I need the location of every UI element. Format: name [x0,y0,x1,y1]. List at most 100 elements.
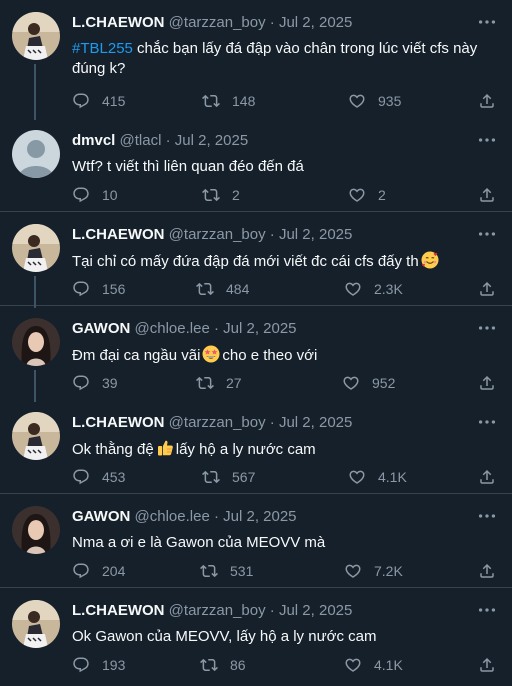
retweet-button[interactable]: 2 [202,185,240,205]
tweet-text: Đm đại ca ngầu vãi cho e theo với [72,345,488,366]
like-icon [348,468,366,486]
tweet[interactable]: GAWON @chloe.lee · Jul 2, 2025 Đm đại ca… [0,306,512,402]
like-button[interactable]: 4.1K [348,467,407,487]
retweet-count: 2 [232,187,240,203]
tweet-actions: 453 567 4.1K [72,467,500,487]
retweet-button[interactable]: 567 [202,467,255,487]
retweet-icon [202,186,220,204]
like-icon [342,374,360,392]
share-button[interactable] [478,655,496,675]
share-button[interactable] [478,185,496,205]
reply-button[interactable]: 156 [72,279,125,299]
retweet-button[interactable]: 484 [196,279,249,299]
more-icon[interactable] [476,599,498,621]
like-button[interactable]: 4.1K [344,655,403,675]
avatar[interactable] [12,130,60,178]
share-button[interactable] [478,561,496,581]
retweet-button[interactable]: 86 [200,655,246,675]
retweet-button[interactable]: 531 [200,561,253,581]
reply-button[interactable]: 193 [72,655,125,675]
handle[interactable]: @tarzzan_boy [169,414,266,431]
like-count: 952 [372,375,396,391]
timestamp[interactable]: · Jul 2, 2025 [270,602,353,619]
more-icon[interactable] [476,223,498,245]
share-button[interactable] [478,91,496,111]
tweet-text-after: cho e theo với [222,347,318,364]
tweet-text-after: lấy hộ a ly nước cam [175,441,316,458]
share-button[interactable] [478,279,496,299]
display-name[interactable]: L.CHAEWON [72,602,165,619]
like-button[interactable]: 2.3K [344,279,403,299]
like-button[interactable]: 952 [342,373,395,393]
tweet[interactable]: GAWON @chloe.lee · Jul 2, 2025 Nma a ơi … [0,494,512,588]
tweet-actions: 39 27 952 [72,373,500,393]
display-name[interactable]: L.CHAEWON [72,226,165,243]
reply-count: 156 [102,281,126,297]
tweet[interactable]: L.CHAEWON @tarzzan_boy · Jul 2, 2025 Ok … [0,588,512,686]
retweet-icon [200,562,218,580]
like-icon [348,92,366,110]
timestamp[interactable]: · Jul 2, 2025 [270,226,353,243]
timestamp[interactable]: · Jul 2, 2025 [270,14,353,31]
handle[interactable]: @tlacl [120,132,162,149]
handle[interactable]: @tarzzan_boy [169,602,266,619]
more-icon[interactable] [476,129,498,151]
handle[interactable]: @tarzzan_boy [169,14,266,31]
more-icon[interactable] [476,505,498,527]
star-struck-icon [202,345,220,363]
tweet-text-body: chắc bạn lấy đá đập vào chân trong lúc v… [72,40,478,77]
reply-button[interactable]: 453 [72,467,125,487]
timestamp[interactable]: · Jul 2, 2025 [214,320,297,337]
display-name[interactable]: GAWON [72,320,130,337]
tweet-header: L.CHAEWON @tarzzan_boy · Jul 2, 2025 [72,13,352,33]
retweet-icon [202,92,220,110]
avatar[interactable] [12,12,60,60]
timestamp[interactable]: · Jul 2, 2025 [270,414,353,431]
reply-button[interactable]: 39 [72,373,118,393]
tweet-actions: 204 531 7.2K [72,561,500,581]
reply-count: 193 [102,657,126,673]
handle[interactable]: @chloe.lee [135,508,210,525]
timestamp[interactable]: · Jul 2, 2025 [214,508,297,525]
tweet[interactable]: L.CHAEWON @tarzzan_boy · Jul 2, 2025 Ok … [0,400,512,494]
like-icon [344,562,362,580]
tweet-text: Ok thằng đệ lấy hộ a ly nước cam [72,439,488,460]
more-icon[interactable] [476,11,498,33]
display-name[interactable]: L.CHAEWON [72,414,165,431]
avatar[interactable] [12,506,60,554]
like-button[interactable]: 2 [348,185,386,205]
timestamp[interactable]: · Jul 2, 2025 [166,132,249,149]
reply-button[interactable]: 204 [72,561,125,581]
retweet-button[interactable]: 148 [202,91,255,111]
reply-button[interactable]: 10 [72,185,118,205]
share-icon [478,656,496,674]
handle[interactable]: @chloe.lee [135,320,210,337]
avatar[interactable] [12,412,60,460]
like-button[interactable]: 7.2K [344,561,403,581]
display-name[interactable]: dmvcl [72,132,115,149]
handle[interactable]: @tarzzan_boy [169,226,266,243]
like-icon [348,186,366,204]
tweet[interactable]: L.CHAEWON @tarzzan_boy · Jul 2, 2025 #TB… [0,0,512,120]
like-button[interactable]: 935 [348,91,401,111]
avatar[interactable] [12,318,60,366]
hashtag-link[interactable]: #TBL255 [72,40,133,57]
reply-icon [72,280,90,298]
tweet[interactable]: dmvcl @tlacl · Jul 2, 2025 Wtf? t viết t… [0,118,512,212]
thread-line [34,276,36,308]
reply-icon [72,468,90,486]
tweet[interactable]: L.CHAEWON @tarzzan_boy · Jul 2, 2025 Tại… [0,212,512,308]
share-button[interactable] [478,467,496,487]
share-button[interactable] [478,373,496,393]
display-name[interactable]: GAWON [72,508,130,525]
retweet-button[interactable]: 27 [196,373,242,393]
reply-icon [72,186,90,204]
more-icon[interactable] [476,317,498,339]
retweet-count: 484 [226,281,250,297]
display-name[interactable]: L.CHAEWON [72,14,165,31]
avatar[interactable] [12,224,60,272]
avatar[interactable] [12,600,60,648]
tweet-header: GAWON @chloe.lee · Jul 2, 2025 [72,319,297,339]
more-icon[interactable] [476,411,498,433]
reply-button[interactable]: 415 [72,91,125,111]
